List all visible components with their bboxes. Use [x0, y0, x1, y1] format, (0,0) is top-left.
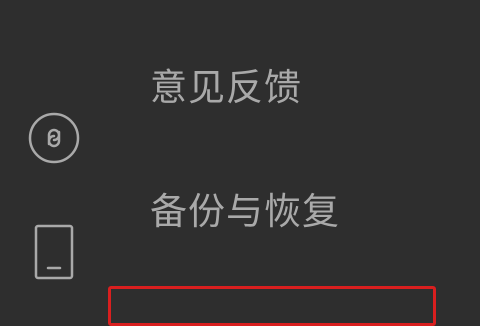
left-icon-rail: [0, 0, 110, 300]
settings-menu: 意见反馈 备份与恢复: [150, 0, 450, 300]
phone-icon[interactable]: [33, 224, 75, 280]
highlight-box: [108, 286, 436, 326]
dark-menu-panel: 意见反馈 备份与恢复: [0, 0, 480, 326]
mini-program-icon[interactable]: [27, 111, 81, 165]
menu-item-feedback[interactable]: 意见反馈: [150, 69, 302, 106]
menu-item-backup-restore[interactable]: 备份与恢复: [150, 193, 340, 230]
